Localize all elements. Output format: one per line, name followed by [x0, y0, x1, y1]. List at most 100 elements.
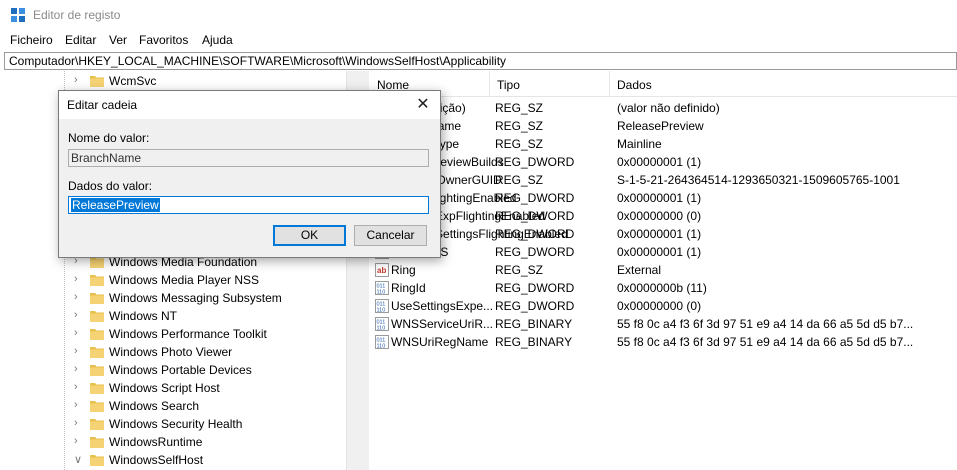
column-data[interactable]: Dados: [617, 78, 652, 92]
chevron-right-icon[interactable]: ›: [74, 345, 84, 359]
value-row[interactable]: abBranchNameREG_SZReleasePreview: [369, 117, 957, 135]
binary-value-icon: 011110: [375, 299, 389, 313]
chevron-right-icon[interactable]: ›: [74, 435, 84, 449]
value-data: 0x00000001 (1): [617, 155, 702, 169]
chevron-right-icon[interactable]: ›: [74, 74, 84, 88]
value-row[interactable]: abContentTypeREG_SZMainline: [369, 135, 957, 153]
menu-favorites[interactable]: Favoritos: [139, 33, 188, 47]
value-row[interactable]: 011 110 UseSettingsExpe... REG_DWORD 0x00000…: [369, 297, 957, 315]
tree-item-label: Windows Portable Devices: [109, 363, 252, 377]
chevron-right-icon[interactable]: ›: [74, 273, 84, 287]
tree-item[interactable]: › Windows Performance Toolkit: [0, 326, 364, 344]
tree-item[interactable]: › WcmSvc: [0, 73, 364, 91]
folder-icon: [90, 437, 104, 448]
value-row[interactable]: ab(Predefinição)REG_SZ(valor não definid…: [369, 99, 957, 117]
chevron-right-icon[interactable]: ›: [74, 417, 84, 431]
value-type: REG_DWORD: [495, 245, 575, 259]
folder-icon: [90, 311, 104, 322]
column-type[interactable]: Tipo: [497, 78, 520, 92]
value-data-input[interactable]: ReleasePreview: [68, 196, 429, 214]
folder-icon: [90, 293, 104, 304]
value-row[interactable]: 011 110 RingId REG_DWORD 0x0000000b (11): [369, 279, 957, 297]
chevron-right-icon[interactable]: ›: [74, 381, 84, 395]
value-row[interactable]: ab Ring REG_SZ External: [369, 261, 957, 279]
value-row[interactable]: 011 110 WNSUriRegName REG_BINARY 55 f8 0c a4…: [369, 333, 957, 351]
tree-item[interactable]: › Windows NT: [0, 308, 364, 326]
value-name: UseSettingsExpe...: [391, 299, 494, 313]
value-type: REG_SZ: [495, 137, 544, 151]
value-data: 0x00000000 (0): [617, 299, 702, 313]
tree-item[interactable]: › Windows Media Player NSS: [0, 272, 364, 290]
value-list[interactable]: Nome Tipo Dados ab(Predefinição)REG_SZ(v…: [369, 71, 957, 470]
value-row[interactable]: 011110IsConfigExpFlightingEnabledREG_DWO…: [369, 207, 957, 225]
menu-view[interactable]: Ver: [109, 33, 127, 47]
value-row[interactable]: 011110EnablePreviewBuildsREG_DWORD0x0000…: [369, 153, 957, 171]
tree-item[interactable]: › Windows Portable Devices: [0, 362, 364, 380]
value-row[interactable]: 011110IsBuildFlightingEnabledREG_DWORD0x…: [369, 189, 957, 207]
tree-item-label: Windows Media Player NSS: [109, 273, 260, 287]
value-data: 0x00000000 (0): [617, 209, 702, 223]
chevron-down-icon[interactable]: ∨: [74, 453, 84, 467]
cancel-button[interactable]: Cancelar: [354, 225, 427, 246]
menu-help[interactable]: Ajuda: [202, 33, 233, 47]
value-data: ReleasePreview: [617, 119, 704, 133]
value-data: Mainline: [617, 137, 662, 151]
tree-item[interactable]: ∨ WindowsSelfHost: [0, 452, 364, 470]
value-type: REG_SZ: [495, 101, 544, 115]
svg-text:110: 110: [377, 290, 386, 296]
close-icon[interactable]: ✕: [412, 94, 434, 116]
value-data: (valor não definido): [617, 101, 720, 115]
menu-edit[interactable]: Editar: [65, 33, 96, 47]
chevron-right-icon[interactable]: ›: [74, 399, 84, 413]
value-row[interactable]: 011110IsRetailOSREG_DWORD0x00000001 (1): [369, 243, 957, 261]
value-name: WNSUriRegName: [391, 335, 489, 349]
tree-item-label: Windows Script Host: [109, 381, 220, 395]
chevron-right-icon[interactable]: ›: [74, 291, 84, 305]
dialog-title: Editar cadeia: [67, 98, 138, 112]
ok-button[interactable]: OK: [273, 225, 346, 246]
tree-item[interactable]: › Windows Messaging Subsystem: [0, 290, 364, 308]
chevron-right-icon[interactable]: ›: [74, 327, 84, 341]
list-header: Nome Tipo Dados: [369, 71, 957, 97]
column-divider[interactable]: [609, 71, 610, 97]
folder-icon: [90, 419, 104, 430]
value-data: 0x00000001 (1): [617, 227, 702, 241]
value-row[interactable]: 011 110 WNSServiceUriR... REG_BINARY 55 f8 0…: [369, 315, 957, 333]
value-type: REG_SZ: [495, 263, 544, 277]
tree-item-label: WcmSvc: [109, 74, 157, 88]
value-name-label: Nome do valor:: [68, 131, 150, 145]
value-type: REG_BINARY: [495, 317, 573, 331]
value-type: REG_DWORD: [495, 281, 575, 295]
binary-value-icon: 011110: [375, 281, 389, 295]
column-divider[interactable]: [489, 71, 490, 97]
tree-item[interactable]: › Windows Search: [0, 398, 364, 416]
menu-file[interactable]: Ficheiro: [10, 33, 53, 47]
value-type: REG_BINARY: [495, 335, 573, 349]
svg-text:110: 110: [377, 326, 386, 332]
chevron-right-icon[interactable]: ›: [74, 363, 84, 377]
value-row[interactable]: 011110IsConfigSettingsFlightingEnabledRE…: [369, 225, 957, 243]
tree-item-label: Windows Search: [109, 399, 200, 413]
value-type: REG_SZ: [495, 173, 544, 187]
value-data: 0x00000001 (1): [617, 245, 702, 259]
address-bar[interactable]: Computador\HKEY_LOCAL_MACHINE\SOFTWARE\M…: [4, 52, 957, 70]
tree-item[interactable]: › Windows Script Host: [0, 380, 364, 398]
tree-item[interactable]: › Windows Security Health: [0, 416, 364, 434]
svg-text:110: 110: [377, 308, 386, 314]
value-name: WNSServiceUriR...: [391, 317, 494, 331]
dialog-title-bar: Editar cadeia ✕: [59, 91, 440, 119]
string-value-icon: ab: [375, 263, 389, 277]
tree-item[interactable]: › WindowsRuntime: [0, 434, 364, 452]
tree-item-label: Windows Performance Toolkit: [109, 327, 267, 341]
value-row[interactable]: abFlightingOwnerGUIDREG_SZS-1-5-21-26436…: [369, 171, 957, 189]
folder-icon: [90, 455, 104, 466]
value-data: S-1-5-21-264364514-1293650321-1509605765…: [617, 173, 900, 187]
edit-string-dialog: Editar cadeia ✕ Nome do valor: BranchNam…: [58, 90, 441, 258]
folder-icon: [90, 401, 104, 412]
tree-item[interactable]: › Windows Photo Viewer: [0, 344, 364, 362]
value-type: REG_DWORD: [495, 191, 575, 205]
tree-item-label: Windows Photo Viewer: [109, 345, 233, 359]
title-bar: Editor de registo: [0, 0, 957, 30]
chevron-right-icon[interactable]: ›: [74, 309, 84, 323]
window-title: Editor de registo: [33, 8, 121, 22]
